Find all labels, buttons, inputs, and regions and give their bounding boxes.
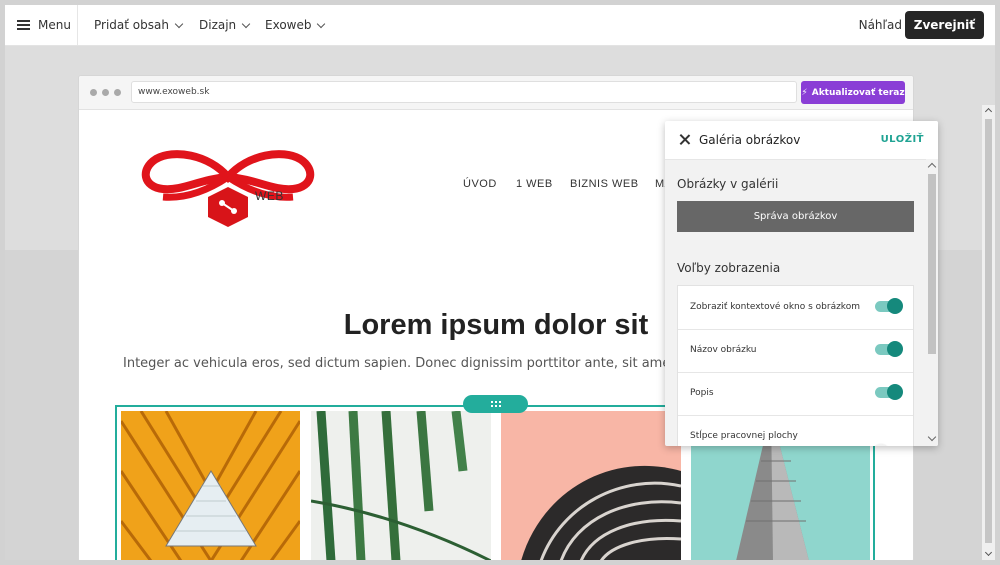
- images-section-label: Obrázky v galérii: [677, 177, 779, 191]
- toggle-switch[interactable]: [875, 341, 903, 357]
- scroll-thumb[interactable]: [985, 119, 992, 543]
- scroll-up-icon[interactable]: [984, 107, 993, 116]
- update-now-button[interactable]: ⚡ Aktualizovať teraz: [801, 81, 905, 104]
- window-dot: [102, 89, 109, 96]
- option-label: Stĺpce pracovnej plochy: [690, 431, 798, 441]
- architecture-image: [121, 411, 300, 560]
- add-content-dropdown[interactable]: Pridať obsah: [94, 5, 184, 45]
- option-row[interactable]: Popis: [678, 372, 913, 416]
- app-window: Menu Pridať obsah Dizajn Exoweb Náhľad Z…: [5, 5, 995, 560]
- palm-leaf-image: [311, 411, 491, 560]
- hero-subtitle[interactable]: Integer ac vehicula eros, sed dictum sap…: [123, 356, 753, 371]
- publish-button[interactable]: Zverejniť: [904, 11, 984, 39]
- option-row[interactable]: Stĺpce pracovnej plochy: [678, 415, 913, 446]
- gallery-image[interactable]: [311, 411, 491, 560]
- design-dropdown[interactable]: Dizajn: [199, 5, 251, 45]
- scroll-thumb[interactable]: [928, 174, 936, 354]
- manage-images-button[interactable]: Správa obrázkov: [677, 201, 914, 232]
- option-row[interactable]: Názov obrázku: [678, 329, 913, 373]
- window-dot: [90, 89, 97, 96]
- hamburger-icon: [17, 20, 30, 30]
- gallery-image[interactable]: [501, 411, 681, 560]
- menu-button[interactable]: Menu: [17, 5, 71, 45]
- update-now-label: Aktualizovať teraz: [811, 87, 905, 98]
- panel-header: Galéria obrázkov ULOŽIŤ: [665, 121, 938, 160]
- option-label: Zobraziť kontextové okno s obrázkom: [690, 302, 860, 312]
- option-label: Popis: [690, 388, 714, 398]
- chevron-down-icon: [241, 19, 251, 28]
- preview-button[interactable]: Náhľad: [859, 5, 902, 45]
- gallery-settings-panel: Galéria obrázkov ULOŽIŤ Obrázky v galéri…: [665, 121, 938, 446]
- gallery-image[interactable]: [121, 411, 300, 560]
- option-row[interactable]: Zobraziť kontextové okno s obrázkom: [678, 286, 913, 330]
- site-nav-item[interactable]: BIZNIS WEB: [570, 178, 639, 190]
- design-label: Dizajn: [199, 18, 237, 32]
- top-toolbar: Menu Pridať obsah Dizajn Exoweb Náhľad Z…: [5, 5, 995, 46]
- chevron-down-icon: [317, 19, 326, 28]
- site-nav-item[interactable]: ÚVOD: [463, 178, 497, 190]
- drag-handle[interactable]: [463, 395, 528, 413]
- scroll-down-icon[interactable]: [927, 432, 937, 442]
- site-nav-item[interactable]: 1 WEB: [516, 178, 553, 190]
- lightning-icon: ⚡: [801, 87, 808, 98]
- logo-text: WEB: [255, 189, 284, 203]
- save-button[interactable]: ULOŽIŤ: [881, 134, 924, 145]
- add-content-label: Pridať obsah: [94, 18, 169, 32]
- toolbar-divider: [77, 5, 78, 45]
- drag-grip-icon: [490, 400, 502, 408]
- display-options-list: Zobraziť kontextové okno s obrázkom Názo…: [677, 285, 914, 446]
- scroll-down-icon[interactable]: [984, 548, 993, 557]
- display-options-label: Voľby zobrazenia: [677, 261, 781, 275]
- browser-bar: www.exoweb.sk ⚡ Aktualizovať teraz: [79, 76, 913, 110]
- window-dot: [114, 89, 121, 96]
- site-label: Exoweb: [265, 18, 312, 32]
- option-label: Názov obrázku: [690, 345, 757, 355]
- url-field: www.exoweb.sk: [131, 81, 797, 103]
- dome-building-image: [501, 411, 681, 560]
- chevron-down-icon: [174, 19, 184, 28]
- close-icon[interactable]: [679, 134, 690, 145]
- menu-label: Menu: [38, 18, 71, 32]
- toggle-switch[interactable]: [875, 298, 903, 314]
- panel-scrollbar[interactable]: [926, 159, 938, 446]
- toggle-switch[interactable]: [875, 384, 903, 400]
- panel-title: Galéria obrázkov: [699, 133, 801, 147]
- scroll-up-icon[interactable]: [927, 162, 937, 172]
- window-scrollbar[interactable]: [982, 105, 995, 560]
- site-dropdown[interactable]: Exoweb: [265, 5, 326, 45]
- site-logo[interactable]: [138, 149, 318, 229]
